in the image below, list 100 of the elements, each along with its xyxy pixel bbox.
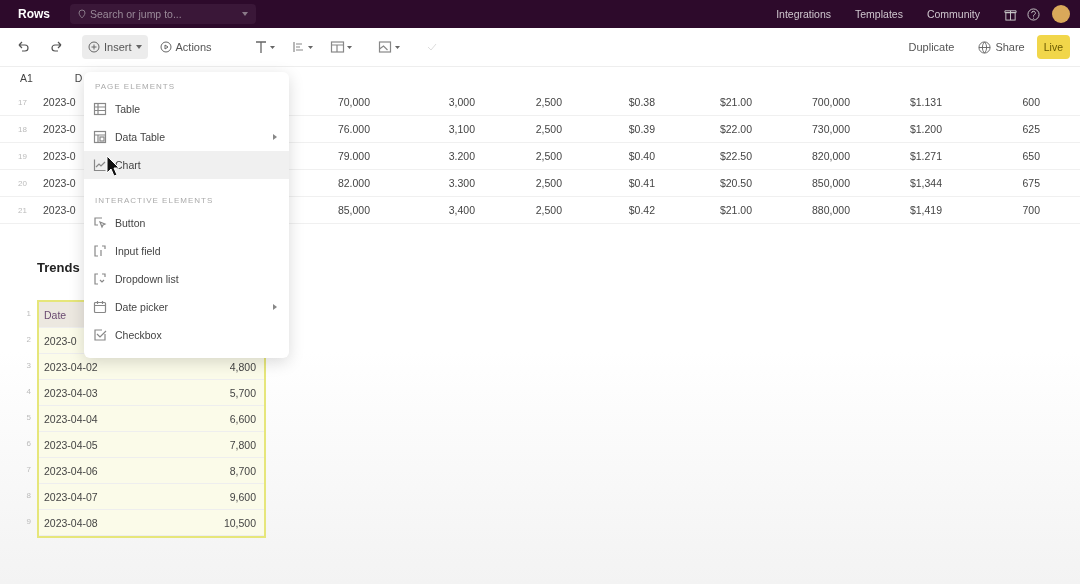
table-cell: 3.200 bbox=[448, 150, 475, 162]
share-button[interactable]: Share bbox=[972, 35, 1031, 59]
table-cell: 730,000 bbox=[812, 123, 850, 135]
menu-item[interactable]: Dropdown list bbox=[84, 265, 289, 293]
align-icon[interactable] bbox=[291, 40, 314, 54]
nav-link[interactable]: Community bbox=[926, 8, 980, 20]
actions-button[interactable]: Actions bbox=[153, 35, 218, 59]
table-cell: $0.40 bbox=[628, 150, 655, 162]
table-cell: 850,000 bbox=[812, 177, 850, 189]
table-cell: 2023-0 bbox=[43, 123, 76, 135]
table-cell: 7,800 bbox=[229, 438, 256, 451]
layout-icon[interactable] bbox=[329, 40, 354, 54]
table-cell: 2023-0 bbox=[43, 204, 76, 216]
table-cell: 700,000 bbox=[812, 96, 850, 108]
table-cell: 700 bbox=[1022, 204, 1040, 216]
play-circle-icon bbox=[159, 41, 172, 53]
plus-circle-icon bbox=[88, 41, 100, 53]
line-chart-icon bbox=[93, 158, 107, 172]
dropdown-icon bbox=[93, 272, 107, 286]
table-cell: 2023-0 bbox=[44, 334, 77, 347]
table-cell: 3,100 bbox=[448, 123, 475, 135]
help-icon[interactable] bbox=[1027, 7, 1040, 21]
table-cell: 2023-0 bbox=[43, 96, 76, 108]
table-cell: 2023-04-06 bbox=[44, 464, 98, 477]
table-cell: 625 bbox=[1022, 123, 1040, 135]
table-cell: 2023-0 bbox=[43, 150, 76, 162]
table-cell: 675 bbox=[1022, 177, 1040, 189]
menu-heading: INTERACTIVE ELEMENTS bbox=[95, 196, 214, 205]
cell-reference: A1 bbox=[20, 72, 33, 84]
table-cell: 3,000 bbox=[448, 96, 475, 108]
table-cell: $1.200 bbox=[909, 123, 942, 135]
table-cell: 2,500 bbox=[535, 204, 562, 216]
table-cell: 85,000 bbox=[337, 204, 370, 216]
row-number: 18 bbox=[18, 124, 28, 134]
insert-button[interactable]: Insert bbox=[82, 35, 148, 59]
row-number: 2 bbox=[26, 334, 31, 344]
submenu-icon bbox=[273, 134, 277, 140]
table-cell: 2023-04-02 bbox=[44, 360, 98, 373]
table-cell: 2023-0 bbox=[43, 177, 76, 189]
app-logo[interactable]: Rows bbox=[18, 7, 50, 21]
button-icon bbox=[93, 216, 107, 230]
undo-icon[interactable] bbox=[16, 40, 30, 54]
table-cell: $22.50 bbox=[719, 150, 752, 162]
submenu-icon bbox=[273, 304, 277, 310]
table-cell: 82.000 bbox=[337, 177, 370, 189]
table-cell: $21.00 bbox=[719, 96, 752, 108]
menu-item[interactable]: Data Table bbox=[84, 123, 289, 151]
table-cell: $1,344 bbox=[909, 177, 942, 189]
table-cell: 6,600 bbox=[229, 412, 256, 425]
table-icon bbox=[93, 102, 107, 116]
menu-item[interactable]: Table bbox=[84, 95, 289, 123]
table-cell: 650 bbox=[1022, 150, 1040, 162]
table-cell: 2023-04-03 bbox=[44, 386, 98, 399]
table-cell: 10,500 bbox=[223, 516, 256, 529]
input-field-icon bbox=[93, 244, 107, 258]
table-icon bbox=[93, 130, 107, 144]
table-cell: $0.38 bbox=[628, 96, 655, 108]
table-cell: 8,700 bbox=[229, 464, 256, 477]
row-number: 17 bbox=[18, 97, 28, 107]
table-cell: 9,600 bbox=[229, 490, 256, 503]
table-cell: $20.50 bbox=[719, 177, 752, 189]
table-cell: 2,500 bbox=[535, 123, 562, 135]
caret-icon bbox=[135, 45, 142, 49]
table-cell: 3.300 bbox=[448, 177, 475, 189]
redo-icon[interactable] bbox=[50, 40, 64, 54]
table-cell: 3,400 bbox=[448, 204, 475, 216]
menu-item[interactable]: Button bbox=[84, 209, 289, 237]
live-button[interactable]: Live bbox=[1036, 35, 1070, 59]
table-cell: $21.00 bbox=[719, 204, 752, 216]
table-cell: 79.000 bbox=[337, 150, 370, 162]
calendar-icon bbox=[93, 300, 107, 314]
row-number: 19 bbox=[18, 151, 28, 161]
table-cell: $0.41 bbox=[628, 177, 655, 189]
caret-icon bbox=[242, 12, 248, 16]
formula-value: D bbox=[74, 72, 83, 84]
text-format-icon[interactable] bbox=[253, 40, 276, 54]
search-field[interactable]: Search or jump to... bbox=[70, 4, 256, 24]
menu-heading: PAGE ELEMENTS bbox=[95, 82, 175, 91]
table-cell: $1.131 bbox=[909, 96, 942, 108]
user-avatar[interactable] bbox=[1052, 5, 1070, 23]
table-cell: 2,500 bbox=[535, 96, 562, 108]
duplicate-button[interactable]: Duplicate bbox=[902, 35, 961, 59]
table-cell: $22.00 bbox=[719, 123, 752, 135]
table-cell: 4,800 bbox=[229, 360, 256, 373]
table-cell: 820,000 bbox=[812, 150, 850, 162]
nav-link[interactable]: Integrations bbox=[776, 8, 832, 20]
table-cell: 2023-04-08 bbox=[44, 516, 98, 529]
table-cell: 880,000 bbox=[812, 204, 850, 216]
table-cell: 70,000 bbox=[337, 96, 370, 108]
row-number: 4 bbox=[26, 386, 31, 396]
menu-item[interactable]: Input field bbox=[84, 237, 289, 265]
nav-link[interactable]: Templates bbox=[855, 8, 903, 20]
gift-icon[interactable] bbox=[1004, 7, 1017, 21]
table-cell: 600 bbox=[1022, 96, 1040, 108]
table-cell: $1.271 bbox=[909, 150, 942, 162]
check-icon[interactable] bbox=[425, 41, 438, 53]
image-icon[interactable] bbox=[377, 40, 402, 54]
table-cell: $1,419 bbox=[909, 204, 942, 216]
section-title: Trends bbox=[37, 260, 80, 275]
globe-icon bbox=[978, 40, 992, 54]
